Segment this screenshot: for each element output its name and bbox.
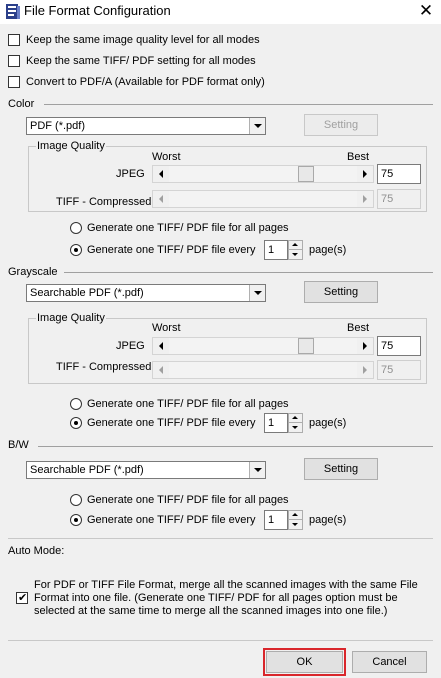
auto-mode-text-line2: Format into one file. (Generate one TIFF…: [34, 592, 398, 604]
bw-pages-spinner[interactable]: [288, 510, 303, 530]
bw-setting-button[interactable]: Setting: [304, 458, 378, 480]
color-section-title: Color: [8, 98, 35, 110]
scroll-right-icon[interactable]: [357, 338, 373, 354]
grayscale-pages-spinner[interactable]: [288, 413, 303, 433]
chevron-down-icon: [249, 462, 265, 478]
color-radio-all-pages[interactable]: [70, 222, 82, 234]
color-pages-spinner[interactable]: [288, 240, 303, 260]
grayscale-pages-unit: page(s): [309, 417, 347, 429]
slider-thumb[interactable]: [298, 338, 314, 354]
same-quality-checkbox[interactable]: [8, 34, 20, 46]
auto-mode-text-line1: For PDF or TIFF File Format, merge all t…: [34, 579, 418, 591]
grayscale-image-quality-title: Image Quality: [36, 312, 106, 324]
same-tiff-pdf-label: Keep the same TIFF/ PDF setting for all …: [26, 55, 256, 67]
color-jpeg-label: JPEG: [116, 168, 145, 180]
color-best-label: Best: [347, 151, 370, 163]
ok-button[interactable]: OK: [266, 651, 343, 673]
color-tiff-slider[interactable]: [152, 190, 374, 208]
bw-pages-field[interactable]: 1: [264, 510, 288, 530]
grayscale-jpeg-slider[interactable]: [152, 337, 374, 355]
spin-down-icon[interactable]: [289, 250, 302, 259]
bw-radio-every-label: Generate one TIFF/ PDF file every: [87, 514, 256, 526]
scroll-right-icon[interactable]: [357, 191, 373, 207]
bw-divider: [38, 446, 433, 447]
scroll-left-icon[interactable]: [153, 362, 169, 378]
bw-format-dropdown[interactable]: Searchable PDF (*.pdf): [26, 461, 266, 479]
grayscale-tiff-value-field[interactable]: 75: [377, 360, 421, 380]
grayscale-divider: [64, 272, 433, 273]
color-image-quality-title: Image Quality: [36, 140, 106, 152]
grayscale-tiff-slider[interactable]: [152, 361, 374, 379]
grayscale-jpeg-value-field[interactable]: 75: [377, 336, 421, 356]
color-tiff-label: TIFF - Compressed: [56, 196, 152, 208]
scroll-left-icon[interactable]: [153, 166, 169, 182]
same-tiff-pdf-checkbox[interactable]: [8, 55, 20, 67]
grayscale-radio-every[interactable]: [70, 417, 82, 429]
chevron-down-icon: [249, 118, 265, 134]
grayscale-section-title: Grayscale: [8, 266, 58, 278]
spin-up-icon[interactable]: [289, 414, 302, 423]
scroll-left-icon[interactable]: [153, 338, 169, 354]
footer-divider: [8, 640, 433, 641]
color-pages-field[interactable]: 1: [264, 240, 288, 260]
auto-mode-title: Auto Mode:: [8, 545, 65, 557]
bw-radio-all-label: Generate one TIFF/ PDF file for all page…: [87, 494, 289, 506]
auto-mode-merge-checkbox[interactable]: [16, 591, 28, 605]
grayscale-best-label: Best: [347, 322, 370, 334]
color-format-dropdown[interactable]: PDF (*.pdf): [26, 117, 266, 135]
slider-thumb[interactable]: [298, 166, 314, 182]
grayscale-radio-every-label: Generate one TIFF/ PDF file every: [87, 417, 256, 429]
grayscale-setting-button[interactable]: Setting: [304, 281, 378, 303]
scroll-right-icon[interactable]: [357, 362, 373, 378]
color-setting-button[interactable]: Setting: [304, 114, 378, 136]
grayscale-radio-all-pages[interactable]: [70, 398, 82, 410]
color-format-value: PDF (*.pdf): [30, 120, 86, 132]
bw-pages-unit: page(s): [309, 514, 347, 526]
color-jpeg-value-field[interactable]: 75: [377, 164, 421, 184]
bw-radio-all-pages[interactable]: [70, 494, 82, 506]
color-jpeg-slider[interactable]: [152, 165, 374, 183]
color-radio-every[interactable]: [70, 244, 82, 256]
scroll-left-icon[interactable]: [153, 191, 169, 207]
window-title: File Format Configuration: [24, 3, 171, 18]
color-pages-unit: page(s): [309, 244, 347, 256]
scanner-app-icon: [6, 4, 20, 19]
grayscale-worst-label: Worst: [152, 322, 181, 334]
auto-mode-text-line3: selected at the same time to merge all t…: [34, 605, 388, 617]
color-tiff-value-field[interactable]: 75: [377, 189, 421, 209]
bw-radio-every[interactable]: [70, 514, 82, 526]
color-radio-every-label: Generate one TIFF/ PDF file every: [87, 244, 256, 256]
scroll-right-icon[interactable]: [357, 166, 373, 182]
grayscale-jpeg-label: JPEG: [116, 340, 145, 352]
grayscale-format-value: Searchable PDF (*.pdf): [30, 287, 144, 299]
bw-section-title: B/W: [8, 439, 29, 451]
grayscale-format-dropdown[interactable]: Searchable PDF (*.pdf): [26, 284, 266, 302]
grayscale-radio-all-label: Generate one TIFF/ PDF file for all page…: [87, 398, 289, 410]
cancel-button[interactable]: Cancel: [352, 651, 427, 673]
pdfa-label: Convert to PDF/A (Available for PDF form…: [26, 76, 265, 88]
chevron-down-icon: [249, 285, 265, 301]
spin-down-icon[interactable]: [289, 520, 302, 529]
color-worst-label: Worst: [152, 151, 181, 163]
auto-mode-divider: [8, 538, 433, 539]
grayscale-tiff-label: TIFF - Compressed: [56, 361, 152, 373]
spin-up-icon[interactable]: [289, 511, 302, 520]
same-quality-label: Keep the same image quality level for al…: [26, 34, 260, 46]
pdfa-checkbox[interactable]: [8, 76, 20, 88]
spin-up-icon[interactable]: [289, 241, 302, 250]
close-icon[interactable]: ✕: [414, 1, 438, 21]
spin-down-icon[interactable]: [289, 423, 302, 432]
grayscale-pages-field[interactable]: 1: [264, 413, 288, 433]
color-divider: [44, 104, 433, 105]
title-bar: File Format Configuration ✕: [0, 0, 441, 24]
color-radio-all-label: Generate one TIFF/ PDF file for all page…: [87, 222, 289, 234]
bw-format-value: Searchable PDF (*.pdf): [30, 464, 144, 476]
